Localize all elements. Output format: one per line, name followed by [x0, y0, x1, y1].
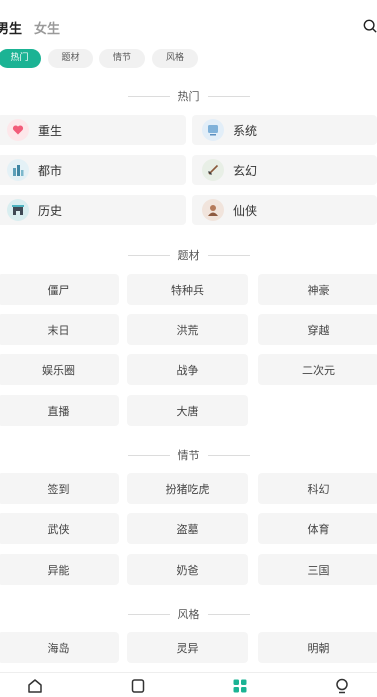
theme-tag[interactable]: 直播 — [0, 395, 119, 426]
city-icon — [7, 159, 29, 181]
chip-plot[interactable]: 情节 — [99, 49, 145, 68]
hot-item-rebirth[interactable]: 重生 — [0, 115, 186, 145]
chip-hot[interactable]: 热门 — [0, 49, 41, 68]
heart-icon — [7, 119, 29, 141]
plot-tag[interactable]: 奶爸 — [127, 554, 248, 585]
divider-line — [207, 254, 250, 256]
theme-tag[interactable]: 洪荒 — [127, 314, 248, 345]
tab-female[interactable]: 女生 — [34, 18, 60, 37]
theme-tag[interactable]: 僵尸 — [0, 274, 119, 305]
filter-chips: 热门 题材 情节 风格 — [0, 49, 377, 69]
theme-tag[interactable]: 战争 — [127, 354, 248, 385]
hot-item-label: 历史 — [38, 203, 63, 218]
style-tag[interactable]: 灵异 — [127, 632, 248, 663]
divider-line — [127, 254, 170, 256]
theme-tag[interactable]: 娱乐圈 — [0, 354, 119, 385]
divider-line — [207, 613, 250, 615]
section-label: 题材 — [177, 249, 200, 262]
hot-item-fantasy[interactable]: 玄幻 — [192, 155, 377, 185]
hot-item-label: 仙侠 — [233, 203, 258, 218]
hot-item-label: 都市 — [38, 163, 63, 178]
theme-tag[interactable]: 穿越 — [258, 314, 377, 345]
divider-line — [127, 95, 170, 97]
bookshelf-icon[interactable] — [130, 678, 146, 694]
sword-icon — [202, 159, 224, 181]
section-label: 情节 — [177, 449, 200, 462]
plot-tag[interactable]: 盗墓 — [127, 513, 248, 544]
theme-tag[interactable]: 神豪 — [258, 274, 377, 305]
hot-item-xianxia[interactable]: 仙侠 — [192, 195, 377, 225]
plot-tag[interactable]: 体育 — [258, 513, 377, 544]
section-title-plot: 情节 — [0, 447, 377, 463]
hot-item-label: 系统 — [233, 123, 258, 138]
home-icon[interactable] — [27, 678, 43, 694]
hot-item-city[interactable]: 都市 — [0, 155, 186, 185]
plot-tag[interactable]: 签到 — [0, 473, 119, 504]
plot-tag[interactable]: 异能 — [0, 554, 119, 585]
style-tag[interactable]: 海岛 — [0, 632, 119, 663]
section-title-theme: 题材 — [0, 247, 377, 263]
chip-theme[interactable]: 题材 — [48, 49, 93, 68]
hot-item-system[interactable]: 系统 — [192, 115, 377, 145]
section-title-hot: 热门 — [0, 88, 377, 104]
hot-item-history[interactable]: 历史 — [0, 195, 186, 225]
divider-line — [127, 454, 170, 456]
tab-male[interactable]: 男生 — [0, 18, 22, 37]
plot-tag[interactable]: 扮猪吃虎 — [127, 473, 248, 504]
hot-item-label: 玄幻 — [233, 163, 258, 178]
divider-line — [127, 613, 170, 615]
history-icon — [7, 199, 29, 221]
profile-icon[interactable] — [334, 678, 350, 694]
section-label: 热门 — [177, 90, 200, 103]
bottom-nav — [0, 672, 377, 697]
system-icon — [202, 119, 224, 141]
theme-tag[interactable]: 特种兵 — [127, 274, 248, 305]
category-icon[interactable] — [232, 678, 248, 694]
plot-tag[interactable]: 三国 — [258, 554, 377, 585]
theme-tag[interactable]: 大唐 — [127, 395, 248, 426]
section-label: 风格 — [177, 608, 200, 621]
style-tag[interactable]: 明朝 — [258, 632, 377, 663]
hot-item-label: 重生 — [38, 123, 63, 138]
plot-tag[interactable]: 科幻 — [258, 473, 377, 504]
plot-tag[interactable]: 武侠 — [0, 513, 119, 544]
divider-line — [207, 454, 250, 456]
divider-line — [207, 95, 250, 97]
theme-tag[interactable]: 末日 — [0, 314, 119, 345]
top-bar: 男生 女生 — [0, 14, 377, 40]
section-title-style: 风格 — [0, 606, 377, 622]
chip-style[interactable]: 风格 — [152, 49, 198, 68]
search-icon[interactable] — [363, 19, 377, 33]
immortal-icon — [202, 199, 224, 221]
theme-tag[interactable]: 二次元 — [258, 354, 377, 385]
